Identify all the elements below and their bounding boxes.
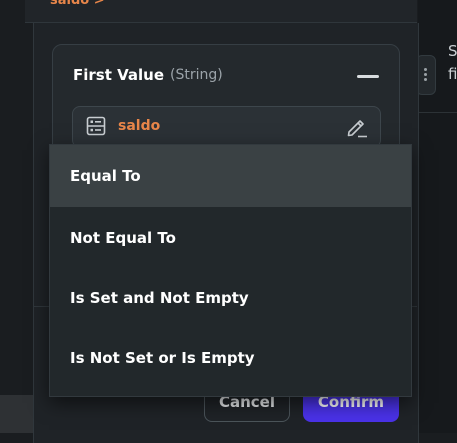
divider (418, 112, 457, 113)
more-options-button[interactable] (416, 55, 436, 95)
option-is-not-set-or-is-empty[interactable]: Is Not Set or Is Empty (50, 327, 411, 389)
option-is-set-and-not-empty[interactable]: Is Set and Not Empty (50, 267, 411, 329)
first-value-type: (String) (170, 67, 223, 83)
more-vertical-icon (424, 68, 427, 71)
variable-icon (86, 116, 106, 136)
option-not-equal-to[interactable]: Not Equal To (50, 207, 411, 269)
first-value-title: First Value (73, 66, 165, 84)
first-value-text: saldo (118, 118, 161, 134)
breadcrumb[interactable]: saldo > (50, 0, 105, 8)
edit-icon[interactable] (345, 116, 369, 138)
collapse-icon[interactable] (357, 75, 379, 78)
background-strip (0, 395, 33, 433)
comparison-dropdown: Equal To Not Equal To Is Set and Not Emp… (49, 144, 412, 397)
background-panel: S fi (416, 0, 457, 433)
option-equal-to[interactable]: Equal To (50, 145, 411, 207)
background-text: S fi (448, 42, 457, 83)
